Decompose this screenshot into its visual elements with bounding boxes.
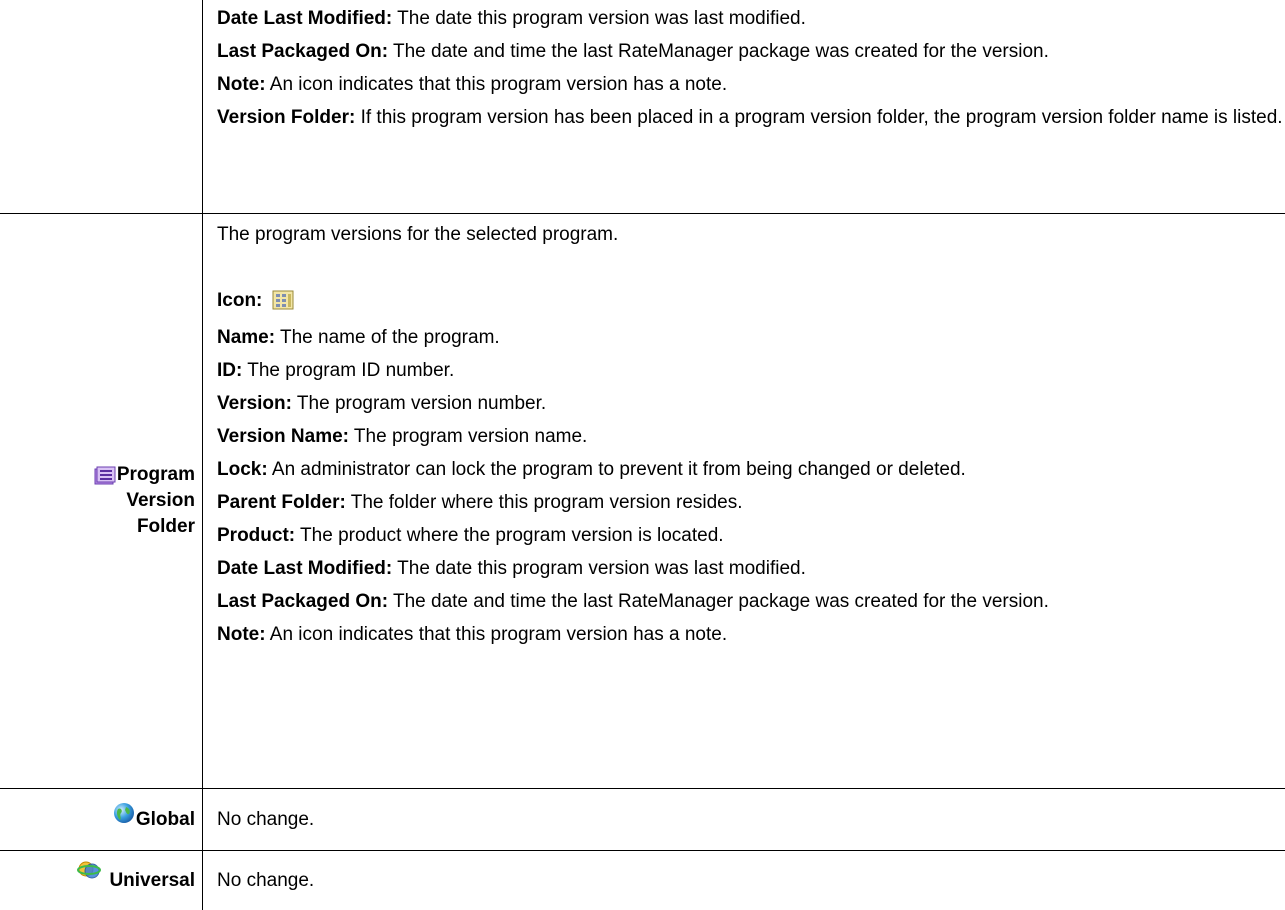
list-item: Date Last Modified: The date this progra… (217, 556, 1285, 581)
row-description: No change. (217, 809, 315, 830)
entry-term: Lock: (217, 459, 268, 480)
table-row-universal: Universal No change. (0, 851, 1285, 910)
entry-desc: The date and time the last RateManager p… (388, 591, 1049, 612)
list-item: Lock: An administrator can lock the prog… (217, 457, 1285, 482)
entry-term: Date Last Modified: (217, 8, 393, 29)
row-content-cell: No change. (203, 851, 1285, 910)
entry-desc: The product where the program version is… (295, 525, 724, 546)
list-item: Last Packaged On: The date and time the … (217, 39, 1285, 64)
entry-desc: The date this program version was last m… (392, 8, 806, 29)
program-version-folder-icon (94, 466, 116, 491)
entry-term: Name: (217, 327, 276, 348)
entry-desc: The program version number. (291, 393, 547, 414)
row-label: Universal (109, 869, 195, 891)
row-description: No change. (217, 870, 315, 891)
entry-term: Note: (217, 74, 266, 95)
intro-text: The program versions for the selected pr… (217, 224, 619, 245)
entry-term: Version: (217, 393, 292, 414)
entry-desc: The name of the program. (275, 327, 500, 348)
label-line: Folder (136, 516, 195, 537)
entry-desc: The date and time the last RateManager p… (388, 41, 1049, 62)
label-line: Program (116, 464, 195, 485)
entry-desc: An administrator can lock the program to… (267, 459, 966, 480)
entry-term: Version Name: (217, 426, 349, 447)
globe-icon (113, 802, 135, 829)
row-content-cell: No change. (203, 789, 1285, 850)
entry-term: Last Packaged On: (217, 591, 389, 612)
entry-desc: The program version name. (349, 426, 588, 447)
entry-desc: The folder where this program version re… (345, 492, 743, 513)
row-label: Program Version Folder (117, 462, 195, 540)
icon-entry: Icon: (217, 288, 1285, 317)
list-item: Product: The product where the program v… (217, 523, 1285, 548)
entry-term: Date Last Modified: (217, 558, 393, 579)
list-item: Version: The program version number. (217, 391, 1285, 416)
table-row-program-version-folder: Program Version Folder The program versi… (0, 214, 1285, 789)
list-item: Date Last Modified: The date this progra… (217, 6, 1285, 31)
list-item: Parent Folder: The folder where this pro… (217, 490, 1285, 515)
entry-desc: An icon indicates that this program vers… (265, 74, 728, 95)
row-label-cell: Program Version Folder (0, 214, 203, 788)
label-line: Version (126, 490, 195, 511)
list-item: Name: The name of the program. (217, 325, 1285, 350)
entry-term: Parent Folder: (217, 492, 346, 513)
table-row-global: Global No change. (0, 789, 1285, 851)
entry-term: Note: (217, 624, 266, 645)
entry-term: Icon: (217, 290, 263, 311)
row-label-cell: Universal (0, 851, 203, 910)
entry-desc: An icon indicates that this program vers… (265, 624, 728, 645)
row-label-cell: Global (0, 789, 203, 850)
entry-term: Product: (217, 525, 296, 546)
list-item: Last Packaged On: The date and time the … (217, 589, 1285, 614)
row-content-cell: Date Last Modified: The date this progra… (203, 0, 1285, 213)
list-item: Version Name: The program version name. (217, 424, 1285, 449)
row-content-cell: The program versions for the selected pr… (203, 214, 1285, 788)
program-version-icon (272, 290, 294, 317)
entry-term: Last Packaged On: (217, 41, 389, 62)
entry-desc: If this program version has been placed … (355, 107, 1283, 128)
list-item: Note: An icon indicates that this progra… (217, 72, 1285, 97)
entry-desc: The program ID number. (242, 360, 455, 381)
documentation-table: Date Last Modified: The date this progra… (0, 0, 1285, 910)
entry-term: ID: (217, 360, 243, 381)
row-label: Global (135, 808, 195, 830)
universal-orb-icon (77, 859, 102, 886)
list-item: Version Folder: If this program version … (217, 105, 1285, 130)
table-row-continuation: Date Last Modified: The date this progra… (0, 0, 1285, 214)
row-label-cell (0, 0, 203, 213)
entry-term: Version Folder: (217, 107, 356, 128)
entry-desc: The date this program version was last m… (392, 558, 806, 579)
list-item: ID: The program ID number. (217, 358, 1285, 383)
list-item: Note: An icon indicates that this progra… (217, 622, 1285, 647)
